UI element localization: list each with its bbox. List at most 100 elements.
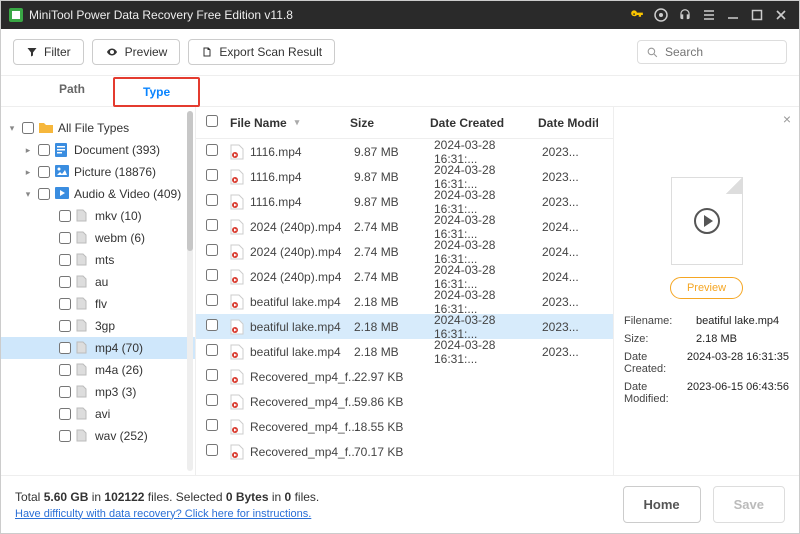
tab-path[interactable]: Path [31, 76, 113, 106]
cell-size: 2.18 MB [354, 345, 434, 359]
row-checkbox[interactable] [206, 344, 218, 356]
table-row[interactable]: Recovered_mp4_f...18.55 KB [196, 414, 613, 439]
table-row[interactable]: 1116.mp49.87 MB2024-03-28 16:31:...2023.… [196, 139, 613, 164]
tree-checkbox[interactable] [59, 232, 71, 244]
sidebar-item-webm[interactable]: webm (6) [1, 227, 195, 249]
col-size[interactable]: Size [350, 116, 430, 130]
col-file-name[interactable]: File Name▾ [230, 116, 350, 130]
tree-checkbox[interactable] [59, 210, 71, 222]
sidebar-item-m4a[interactable]: m4a (26) [1, 359, 195, 381]
tree-checkbox[interactable] [59, 386, 71, 398]
close-icon[interactable] [771, 5, 791, 25]
table-row[interactable]: beatiful lake.mp42.18 MB2024-03-28 16:31… [196, 339, 613, 364]
sidebar-item-flv[interactable]: flv [1, 293, 195, 315]
table-row[interactable]: 2024 (240p).mp42.74 MB2024-03-28 16:31:.… [196, 214, 613, 239]
search-box[interactable] [637, 40, 787, 64]
table-row[interactable]: Recovered_mp4_f...59.86 KB [196, 389, 613, 414]
tree-checkbox[interactable] [59, 430, 71, 442]
tree-checkbox[interactable] [59, 342, 71, 354]
col-date-created[interactable]: Date Created [430, 116, 538, 130]
row-checkbox[interactable] [206, 369, 218, 381]
export-button[interactable]: Export Scan Result [188, 39, 335, 65]
table-row[interactable]: Recovered_mp4_f...70.17 KB [196, 439, 613, 464]
table-row[interactable]: 2024 (240p).mp42.74 MB2024-03-28 16:31:.… [196, 239, 613, 264]
tree-checkbox[interactable] [59, 298, 71, 310]
chevron-right-icon[interactable]: ▸ [23, 167, 33, 178]
tree-root[interactable]: ▾ All File Types [1, 117, 195, 139]
row-checkbox[interactable] [206, 144, 218, 156]
save-button[interactable]: Save [713, 486, 785, 523]
select-all-checkbox[interactable] [206, 115, 218, 127]
row-checkbox[interactable] [206, 419, 218, 431]
content: ▾ All File Types ▸ Document (393) ▸ Pict… [1, 107, 799, 475]
preview-toolbar-button[interactable]: Preview [92, 39, 181, 65]
sidebar-item-wav[interactable]: wav (252) [1, 425, 195, 447]
maximize-icon[interactable] [747, 5, 767, 25]
tree-label: wav (252) [95, 429, 148, 443]
chevron-down-icon[interactable]: ▾ [7, 123, 17, 134]
preview-button[interactable]: Preview [670, 277, 743, 299]
disc-icon[interactable] [651, 5, 671, 25]
sidebar-item-mts[interactable]: mts [1, 249, 195, 271]
row-checkbox[interactable] [206, 219, 218, 231]
menu-icon[interactable] [699, 5, 719, 25]
video-file-icon [230, 444, 246, 460]
t: files. [291, 490, 319, 504]
row-checkbox[interactable] [206, 169, 218, 181]
tree-checkbox[interactable] [59, 320, 71, 332]
meta-created: Date Created:2024-03-28 16:31:35 [624, 351, 789, 375]
sidebar-item-3gp[interactable]: 3gp [1, 315, 195, 337]
tree-checkbox[interactable] [38, 166, 50, 178]
headset-icon[interactable] [675, 5, 695, 25]
filter-icon [26, 46, 38, 58]
minimize-icon[interactable] [723, 5, 743, 25]
table-row[interactable]: 1116.mp49.87 MB2024-03-28 16:31:...2023.… [196, 189, 613, 214]
table-row[interactable]: 1116.mp49.87 MB2024-03-28 16:31:...2023.… [196, 164, 613, 189]
file-icon [76, 407, 90, 421]
meta-value: 2023-06-15 06:43:56 [687, 381, 789, 405]
cell-size: 59.86 KB [354, 395, 434, 409]
row-checkbox[interactable] [206, 319, 218, 331]
col-date-modified[interactable]: Date Modif [538, 116, 598, 130]
table-row[interactable]: 2024 (240p).mp42.74 MB2024-03-28 16:31:.… [196, 264, 613, 289]
row-checkbox[interactable] [206, 194, 218, 206]
tab-type[interactable]: Type [113, 77, 200, 107]
chevron-right-icon[interactable]: ▸ [23, 145, 33, 156]
meta-value: beatiful lake.mp4 [696, 315, 789, 327]
sidebar-item-mp4[interactable]: mp4 (70) [1, 337, 195, 359]
row-checkbox[interactable] [206, 244, 218, 256]
table-row[interactable]: beatiful lake.mp42.18 MB2024-03-28 16:31… [196, 289, 613, 314]
row-checkbox[interactable] [206, 444, 218, 456]
search-input[interactable] [665, 45, 775, 59]
cell-size: 2.18 MB [354, 320, 434, 334]
tree-checkbox[interactable] [38, 188, 50, 200]
row-checkbox[interactable] [206, 394, 218, 406]
tree-picture[interactable]: ▸ Picture (18876) [1, 161, 195, 183]
home-button[interactable]: Home [623, 486, 701, 523]
tree-checkbox[interactable] [22, 122, 34, 134]
row-checkbox[interactable] [206, 294, 218, 306]
close-preview-icon[interactable]: × [783, 111, 791, 127]
sidebar-item-mkv[interactable]: mkv (10) [1, 205, 195, 227]
sidebar-item-au[interactable]: au [1, 271, 195, 293]
tree-document[interactable]: ▸ Document (393) [1, 139, 195, 161]
sidebar-item-avi[interactable]: avi [1, 403, 195, 425]
cell-name: beatiful lake.mp4 [250, 295, 354, 309]
tree-checkbox[interactable] [59, 408, 71, 420]
file-icon [76, 429, 90, 443]
scrollbar-thumb[interactable] [187, 111, 193, 251]
play-icon [694, 208, 720, 234]
key-icon[interactable] [627, 5, 647, 25]
table-row[interactable]: Recovered_mp4_f...22.97 KB [196, 364, 613, 389]
filter-button[interactable]: Filter [13, 39, 84, 65]
help-link[interactable]: Have difficulty with data recovery? Clic… [15, 508, 611, 520]
tree-checkbox[interactable] [38, 144, 50, 156]
chevron-down-icon[interactable]: ▾ [23, 189, 33, 200]
sidebar-item-mp3[interactable]: mp3 (3) [1, 381, 195, 403]
tree-checkbox[interactable] [59, 254, 71, 266]
tree-audio-video[interactable]: ▾ Audio & Video (409) [1, 183, 195, 205]
tree-checkbox[interactable] [59, 276, 71, 288]
tree-checkbox[interactable] [59, 364, 71, 376]
row-checkbox[interactable] [206, 269, 218, 281]
table-row[interactable]: beatiful lake.mp42.18 MB2024-03-28 16:31… [196, 314, 613, 339]
